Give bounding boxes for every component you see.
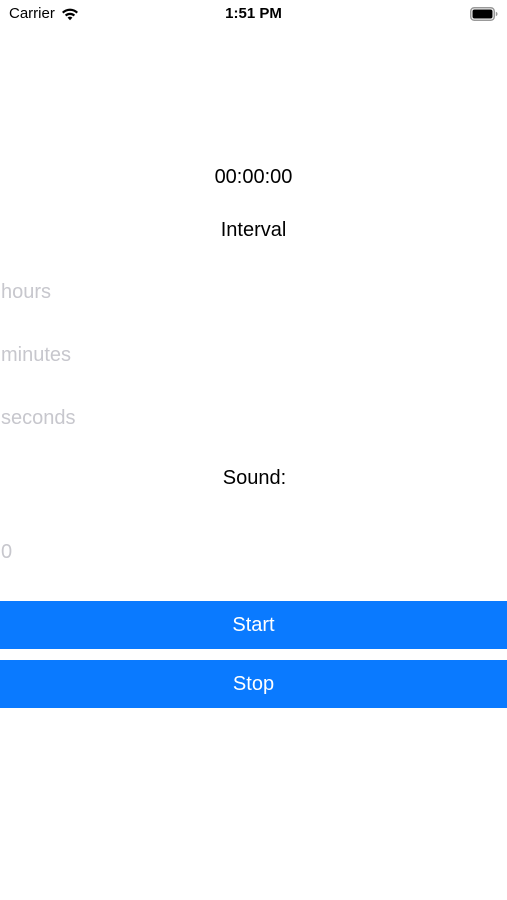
stop-button[interactable]: Stop [0, 660, 507, 708]
timer-display: 00:00:00 [214, 166, 293, 188]
app-screen: Carrier 1:51 PM 00:00:00 Interval Sound:… [0, 0, 507, 900]
battery-icon [470, 7, 498, 21]
minutes-input[interactable] [0, 337, 507, 373]
seconds-input[interactable] [0, 400, 507, 436]
status-time: 1:51 PM [225, 5, 282, 22]
sound-label: Sound: [222, 467, 287, 489]
sound-input[interactable] [0, 534, 507, 570]
start-button[interactable]: Start [0, 601, 507, 649]
hours-input[interactable] [0, 274, 507, 310]
status-bar: Carrier 1:51 PM [0, 0, 507, 28]
interval-label: Interval [220, 219, 287, 241]
